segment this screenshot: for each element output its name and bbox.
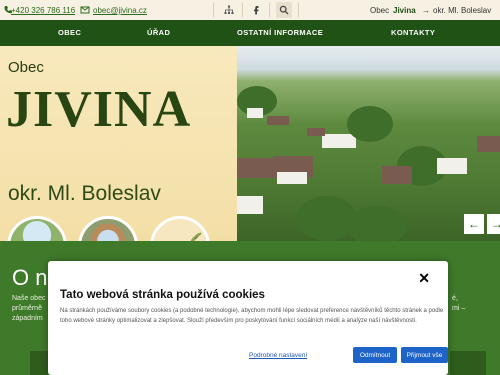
breadcrumb-name-text: Jivina bbox=[393, 6, 416, 15]
cookie-title: Tato webová stránka používá cookies bbox=[60, 289, 265, 301]
main-nav: OBEC ÚŘAD OSTATNÍ INFORMACE KONTAKTY bbox=[0, 20, 500, 46]
nav-item-urad[interactable]: ÚŘAD bbox=[147, 28, 170, 37]
close-icon[interactable]: ✕ bbox=[418, 270, 430, 287]
nav-item-obec[interactable]: OBEC bbox=[58, 28, 81, 37]
divider bbox=[298, 3, 299, 17]
cookie-consent-dialog: ✕ Tato webová stránka používá cookies Na… bbox=[48, 261, 448, 375]
hero-prefix: Obec bbox=[8, 59, 44, 76]
church-photo-thumbnail bbox=[78, 216, 138, 241]
reject-cookies-button[interactable]: Odmítnout bbox=[353, 347, 397, 363]
accept-all-cookies-button[interactable]: Přijmout vše bbox=[401, 347, 448, 363]
landscape-photo-thumbnail bbox=[7, 216, 67, 241]
cookie-description: Na stránkách používáme soubory cookies (… bbox=[60, 308, 444, 324]
email-link[interactable]: obec@jivina.cz bbox=[93, 6, 147, 15]
arrow-left-icon: ← bbox=[468, 217, 480, 231]
facebook-icon bbox=[254, 6, 259, 15]
email-icon bbox=[80, 6, 90, 14]
breadcrumb-name: Jivina bbox=[393, 6, 416, 15]
facebook-button[interactable] bbox=[248, 2, 264, 18]
sitemap-button[interactable] bbox=[221, 2, 237, 18]
tile bbox=[450, 351, 486, 375]
slider-next-button[interactable]: → bbox=[487, 214, 500, 234]
village-aerial-photo bbox=[237, 46, 500, 241]
about-text-line: é, bbox=[452, 295, 458, 302]
divider bbox=[242, 3, 243, 17]
search-button[interactable] bbox=[276, 2, 292, 18]
nav-item-kontakty[interactable]: KONTAKTY bbox=[391, 28, 435, 37]
nav-item-ostatni-informace[interactable]: OSTATNÍ INFORMACE bbox=[237, 28, 323, 37]
hero-title-panel: Obec JIVINA okr. Ml. Boleslav bbox=[0, 46, 237, 241]
top-contact-bar: +420 326 786 116 obec@jivina.cz Obec Jiv… bbox=[0, 0, 500, 20]
cookie-settings-link[interactable]: Podrobné nastavení bbox=[249, 352, 307, 359]
hero-village-name: JIVINA bbox=[6, 81, 192, 138]
willow-branch-illustration bbox=[150, 216, 210, 241]
divider bbox=[269, 3, 270, 17]
divider bbox=[213, 3, 214, 17]
breadcrumb-prefix: Obec bbox=[370, 6, 390, 15]
search-icon bbox=[279, 5, 289, 15]
sitemap-icon bbox=[224, 5, 234, 14]
breadcrumb-arrow: → bbox=[422, 6, 430, 15]
slider-prev-button[interactable]: ← bbox=[464, 214, 484, 234]
about-title: O n bbox=[12, 265, 48, 290]
hero-district: okr. Ml. Boleslav bbox=[8, 182, 161, 205]
about-text-line: mi – bbox=[452, 305, 466, 312]
arrow-right-icon: → bbox=[491, 217, 500, 231]
breadcrumb-suffix: okr. Ml. Boleslav bbox=[433, 6, 492, 15]
phone-link[interactable]: +420 326 786 116 bbox=[11, 6, 75, 15]
